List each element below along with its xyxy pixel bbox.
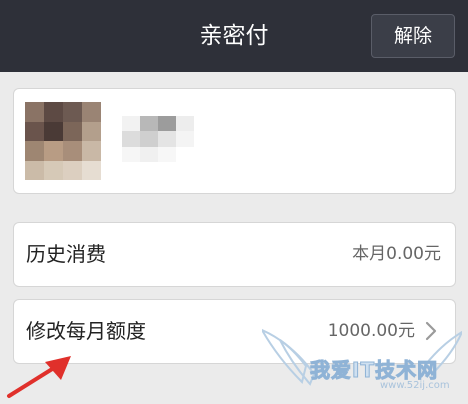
history-value: 本月0.00元	[352, 244, 441, 264]
history-spending-row[interactable]: 历史消费 本月0.00元	[13, 222, 456, 287]
watermark-logo: 我爱IT技术网 www.52ij.com	[262, 322, 462, 402]
history-label: 历史消费	[26, 242, 106, 266]
avatar	[25, 102, 101, 180]
profile-card[interactable]	[13, 88, 456, 194]
watermark-text: 我爱IT技术网	[309, 358, 439, 383]
nickname-blurred	[122, 116, 194, 162]
red-arrow-icon	[7, 356, 71, 398]
watermark-url: www.52ij.com	[380, 380, 450, 391]
remove-button[interactable]: 解除	[371, 14, 455, 58]
